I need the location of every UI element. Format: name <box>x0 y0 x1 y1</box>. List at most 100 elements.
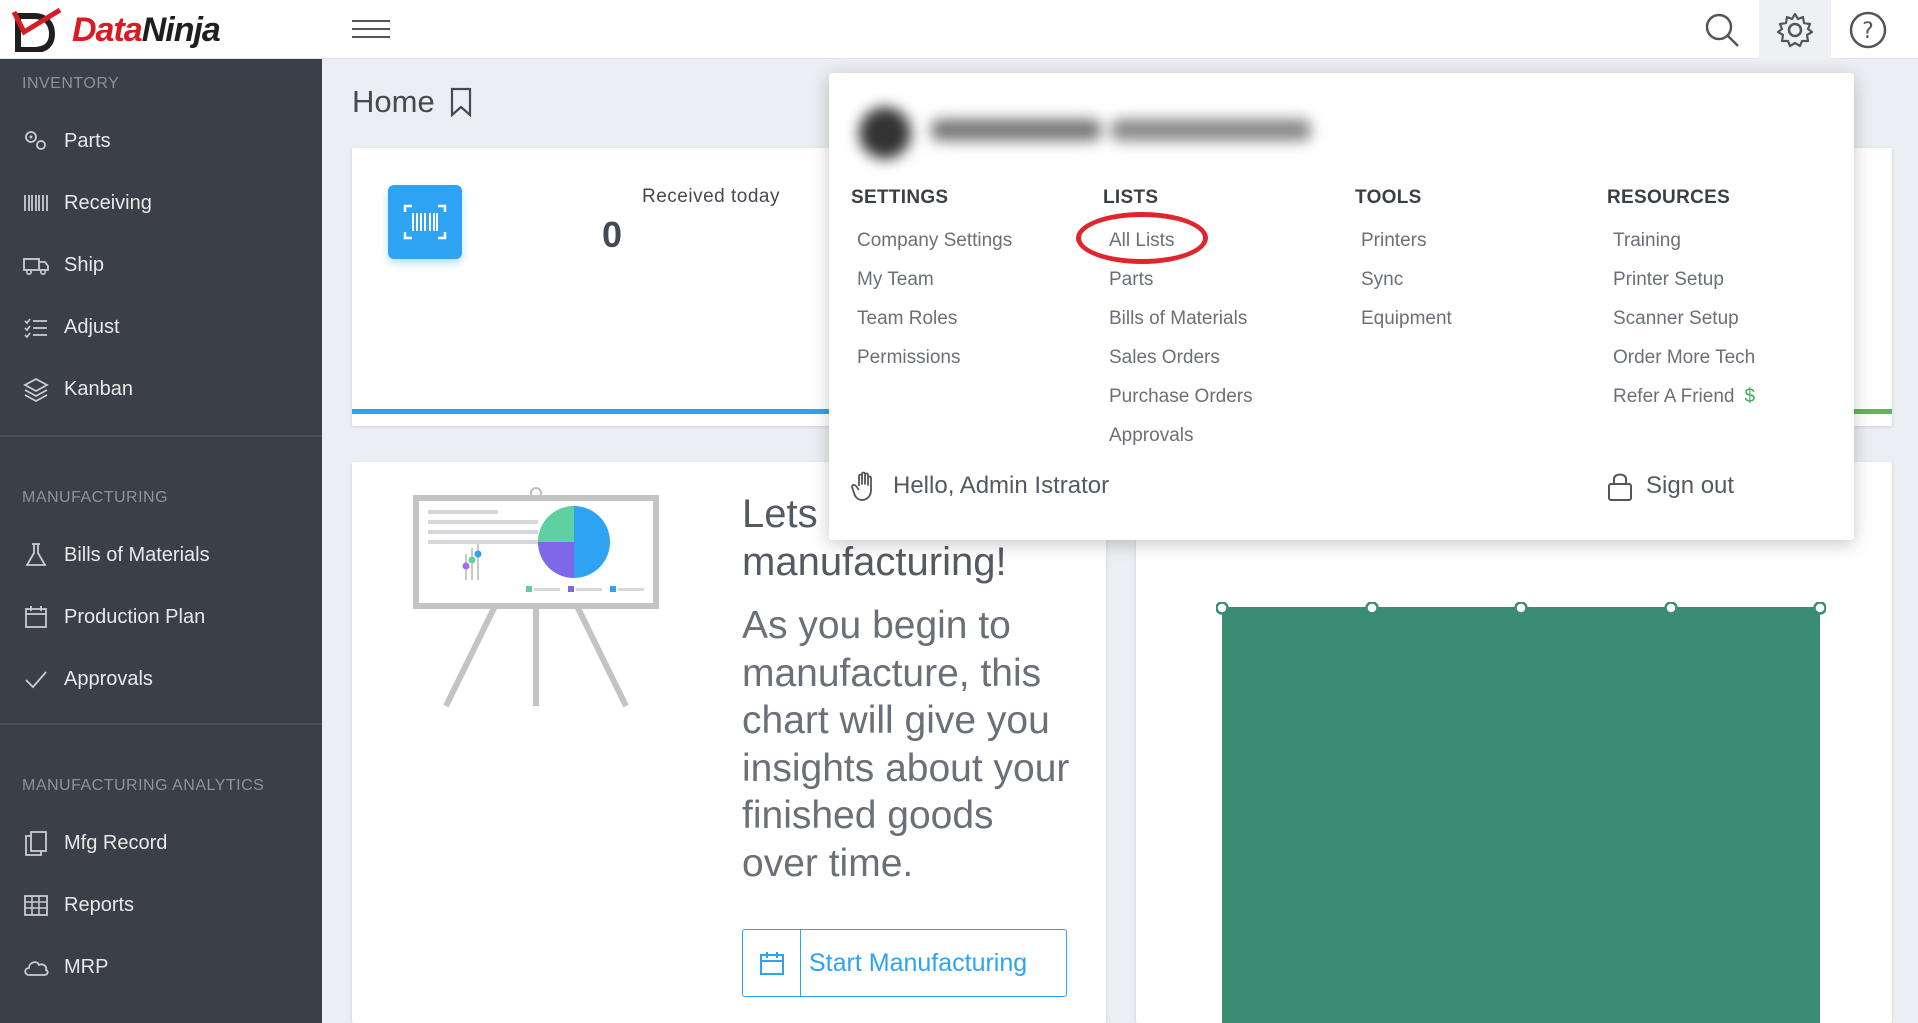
menu-toggle-button[interactable] <box>352 14 390 46</box>
menu-item-team-roles[interactable]: Team Roles <box>851 299 1012 338</box>
user-greeting: Hello, Admin Istrator <box>851 470 1109 502</box>
sidebar-item-adjust[interactable]: Adjust <box>22 307 312 347</box>
calendar-icon <box>25 606 47 628</box>
flask-icon <box>25 543 47 566</box>
menu-item-printer-setup[interactable]: Printer Setup <box>1607 260 1755 299</box>
sidebar-item-mfg-record[interactable]: Mfg Record <box>22 823 312 863</box>
logo-word-data: Data <box>72 10 143 49</box>
settings-dropdown-menu: SETTINGS Company Settings My Team Team R… <box>829 73 1854 540</box>
sidebar-item-parts[interactable]: Parts <box>22 121 312 161</box>
sidebar-item-mrp[interactable]: MRP <box>22 947 312 987</box>
sidebar-item-label: Reports <box>64 893 135 916</box>
menu-item-permissions[interactable]: Permissions <box>851 338 1012 377</box>
page-title: Home <box>352 84 473 120</box>
sidebar-divider <box>0 435 322 437</box>
menu-item-scanner-setup[interactable]: Scanner Setup <box>1607 299 1755 338</box>
datanninja-logo[interactable]: DataNinja <box>12 8 221 52</box>
sidebar-item-label: Receiving <box>64 191 152 214</box>
presentation-easel-illustration <box>413 487 659 708</box>
cloud-icon <box>24 961 49 976</box>
hand-wave-icon <box>851 471 872 501</box>
help-icon[interactable]: ? <box>1846 8 1890 52</box>
sidebar-divider <box>0 723 322 725</box>
greeting-text: Hello, Admin Istrator <box>893 472 1110 499</box>
sidebar-item-label: Approvals <box>64 667 153 690</box>
promo-heading-line-2: manufacturing! <box>742 540 1007 584</box>
start-manufacturing-card: Lets manufacturing! As you begin to manu… <box>352 462 1106 1023</box>
gears-icon <box>25 131 46 150</box>
sidebar-item-label: Adjust <box>64 315 120 338</box>
logo-mark-icon <box>12 8 62 52</box>
bookmark-icon[interactable] <box>449 87 473 117</box>
stat-value: 0 <box>602 214 623 255</box>
logo-wordmark: DataNinja <box>72 10 221 50</box>
menu-item-approvals[interactable]: Approvals <box>1103 416 1253 455</box>
sidebar-item-label: Kanban <box>64 377 133 400</box>
sidebar: INVENTORY Parts Receiving Ship Adjust Ka… <box>0 59 322 1023</box>
sidebar-section-manufacturing: MANUFACTURING <box>22 489 169 506</box>
start-manufacturing-button[interactable]: Start Manufacturing <box>742 929 1067 997</box>
sidebar-item-reports[interactable]: Reports <box>22 885 312 925</box>
sidebar-item-label: Mfg Record <box>64 831 168 854</box>
dollar-icon: $ <box>1744 386 1756 407</box>
menu-item-my-team[interactable]: My Team <box>851 260 1012 299</box>
stat-label: Received today <box>642 186 780 207</box>
gear-icon[interactable] <box>1759 0 1831 59</box>
dropdown-heading-tools: TOOLS <box>1355 187 1422 208</box>
sidebar-item-label: Ship <box>64 253 105 276</box>
sidebar-item-kanban[interactable]: Kanban <box>22 369 312 409</box>
truck-icon <box>23 258 49 275</box>
layers-icon <box>23 377 49 403</box>
sidebar-item-production-plan[interactable]: Production Plan <box>22 597 312 637</box>
scan-barcode-tile[interactable] <box>388 185 462 259</box>
sidebar-section-manufacturing-analytics: MANUFACTURING ANALYTICS <box>22 777 265 794</box>
sidebar-item-bills-of-materials[interactable]: Bills of Materials <box>22 535 312 575</box>
sidebar-item-label: Production Plan <box>64 605 206 628</box>
start-manufacturing-label: Start Manufacturing <box>809 948 1028 977</box>
top-bar: DataNinja ? <box>0 0 1918 59</box>
sidebar-item-ship[interactable]: Ship <box>22 245 312 285</box>
dropdown-column-tools: TOOLS Printers Sync Equipment <box>1355 187 1452 338</box>
menu-item-equipment[interactable]: Equipment <box>1355 299 1452 338</box>
menu-item-training[interactable]: Training <box>1607 221 1755 260</box>
checklist-icon <box>24 318 47 339</box>
chart-area <box>1216 602 1826 1023</box>
sidebar-item-approvals[interactable]: Approvals <box>22 659 312 699</box>
sign-out-button[interactable]: Sign out <box>1606 470 1734 502</box>
menu-item-purchase-orders[interactable]: Purchase Orders <box>1103 377 1253 416</box>
dropdown-heading-settings: SETTINGS <box>851 187 949 208</box>
dropdown-column-resources: RESOURCES Training Printer Setup Scanner… <box>1607 187 1755 416</box>
sidebar-item-label: MRP <box>64 955 109 978</box>
checkmark-icon <box>25 671 47 689</box>
copy-documents-icon <box>25 831 47 856</box>
menu-item-company-settings[interactable]: Company Settings <box>851 221 1012 260</box>
logo-word-ninja: Ninja <box>141 10 221 49</box>
sidebar-item-receiving[interactable]: Receiving <box>22 183 312 223</box>
dropdown-heading-resources: RESOURCES <box>1607 187 1731 208</box>
menu-item-bills-of-materials[interactable]: Bills of Materials <box>1103 299 1253 338</box>
menu-item-order-more-tech[interactable]: Order More Tech <box>1607 338 1755 377</box>
chart-point <box>1365 602 1379 615</box>
sidebar-item-label: Parts <box>64 129 111 152</box>
menu-item-sync[interactable]: Sync <box>1355 260 1452 299</box>
dropdown-column-settings: SETTINGS Company Settings My Team Team R… <box>851 187 1012 377</box>
svg-text:?: ? <box>1862 19 1874 44</box>
menu-item-refer-a-friend[interactable]: Refer A Friend $ <box>1607 377 1755 416</box>
menu-item-printers[interactable]: Printers <box>1355 221 1452 260</box>
dropdown-heading-lists: LISTS <box>1103 187 1159 208</box>
sidebar-section-inventory: INVENTORY <box>22 75 120 92</box>
company-logo-blurred <box>849 93 1329 163</box>
barcode-icon <box>24 195 48 211</box>
sign-out-label: Sign out <box>1646 472 1735 499</box>
sidebar-item-label: Bills of Materials <box>64 543 210 566</box>
barcode-scan-icon <box>403 204 447 240</box>
promo-body: As you begin to manufacture, this chart … <box>742 604 1070 885</box>
menu-item-sales-orders[interactable]: Sales Orders <box>1103 338 1253 377</box>
refer-a-friend-label: Refer A Friend <box>1613 386 1735 407</box>
table-grid-icon <box>24 895 48 916</box>
highlight-annotation-ring <box>1076 212 1208 264</box>
menu-item-parts[interactable]: Parts <box>1103 260 1253 299</box>
page-title-text: Home <box>352 84 435 119</box>
search-icon[interactable] <box>1700 8 1744 52</box>
progress-bar-blue <box>352 409 872 414</box>
